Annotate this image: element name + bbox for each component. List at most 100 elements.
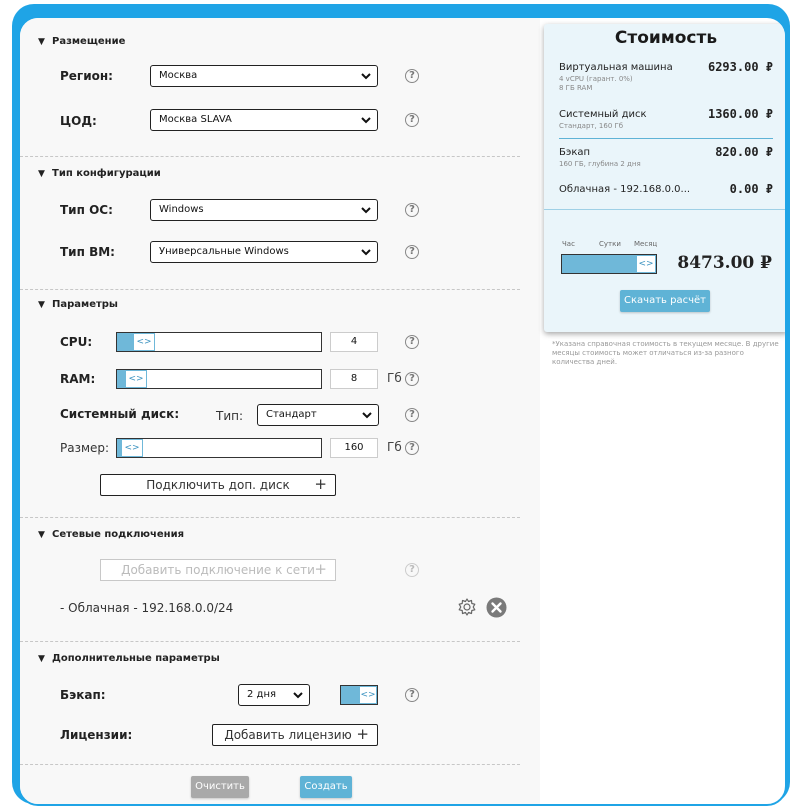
cpu-label: CPU:: [60, 335, 93, 349]
disk-type-select[interactable]: Стандарт: [257, 404, 379, 426]
backup-select[interactable]: 2 дня: [238, 684, 310, 706]
chevron-down-icon: [362, 412, 372, 419]
chevron-down-icon: [361, 207, 371, 214]
clear-button[interactable]: Очистить: [191, 776, 249, 798]
help-icon[interactable]: ?: [405, 335, 419, 349]
dc-value: Москва SLAVA: [159, 114, 232, 125]
slider-handle[interactable]: <>: [636, 255, 656, 273]
cost-row-sub: 160 ГБ, глубина 2 дня: [559, 160, 641, 168]
region-select[interactable]: Москва: [150, 65, 378, 87]
size-slider[interactable]: <>: [116, 438, 322, 458]
section-extra: ▼ Дополнительные параметры Бэкап: 2 дня <…: [20, 641, 520, 765]
cost-row-sub: 8 ГБ RAM: [559, 84, 593, 92]
download-estimate-button[interactable]: Скачать расчёт: [620, 290, 710, 312]
ram-value-field[interactable]: 8: [330, 369, 378, 389]
region-value: Москва: [159, 70, 198, 81]
toggle-handle[interactable]: <>: [359, 686, 377, 704]
cost-note: *Указана справочная стоимость в текущем …: [552, 340, 779, 366]
cost-panel: Стоимость Виртуальная машина 4 vCPU (гар…: [544, 24, 785, 332]
collapse-triangle-icon: ▼: [38, 654, 45, 664]
help-icon[interactable]: ?: [405, 245, 419, 259]
help-icon[interactable]: ?: [405, 203, 419, 217]
section-title[interactable]: ▼ Параметры: [38, 299, 118, 310]
section-title-text: Тип конфигурации: [52, 168, 161, 179]
size-label: Размер:: [60, 441, 110, 455]
section-title-text: Размещение: [52, 36, 126, 47]
section-placement: ▼ Размещение Регион: Москва ? ЦОД: Москва…: [20, 18, 520, 157]
add-network-label: Добавить подключение к сети: [121, 563, 315, 577]
period-day-label[interactable]: Сутки: [599, 240, 621, 248]
cost-row-price: 6293.00 ₽: [707, 60, 773, 74]
cost-row-sub: 4 vCPU (гарант. 0%): [559, 75, 633, 83]
remove-icon[interactable]: [486, 597, 507, 618]
collapse-triangle-icon: ▼: [38, 300, 45, 310]
network-item: - Облачная - 192.168.0.0/24: [60, 601, 234, 615]
add-network-button[interactable]: Добавить подключение к сети +: [100, 559, 336, 581]
cost-row-network: Облачная - 192.168.0.0... 0.00 ₽: [559, 182, 773, 200]
chevron-down-icon: [361, 73, 371, 80]
section-title[interactable]: ▼ Размещение: [38, 36, 125, 47]
license-label: Лицензии:: [60, 728, 133, 742]
help-icon[interactable]: ?: [405, 688, 419, 702]
section-title[interactable]: ▼ Сетевые подключения: [38, 529, 184, 540]
cost-title: Стоимость: [614, 28, 718, 48]
ram-unit: Гб: [387, 371, 402, 385]
dc-label: ЦОД:: [60, 114, 97, 128]
vm-label: Тип ВМ:: [60, 245, 115, 259]
add-license-button[interactable]: Добавить лицензию +: [212, 724, 378, 746]
cost-row-price: 0.00 ₽: [729, 182, 773, 196]
cpu-slider[interactable]: <>: [116, 332, 322, 352]
period-month-label[interactable]: Месяц: [634, 240, 657, 248]
slider-fill: [562, 255, 640, 273]
dc-select[interactable]: Москва SLAVA: [150, 109, 378, 131]
section-config: ▼ Тип конфигурации Тип ОС: Windows ? Тип …: [20, 156, 520, 290]
os-value: Windows: [159, 204, 204, 215]
cost-row-name: Виртуальная машина: [559, 62, 673, 73]
cost-row-sub: Стандарт, 160 Гб: [559, 122, 624, 130]
help-icon[interactable]: ?: [405, 69, 419, 83]
backup-toggle[interactable]: <>: [340, 685, 378, 705]
cpu-value-field[interactable]: 4: [330, 332, 378, 352]
config-form: ▼ Размещение Регион: Москва ? ЦОД: Москва…: [20, 18, 540, 804]
cost-row-name: Облачная - 192.168.0.0...: [559, 184, 691, 195]
section-title-text: Параметры: [52, 299, 118, 310]
disk-label: Системный диск:: [60, 407, 180, 421]
cost-row-backup: Бэкап 160 ГБ, глубина 2 дня 820.00 ₽: [559, 145, 773, 173]
ram-slider[interactable]: <>: [116, 369, 322, 389]
collapse-triangle-icon: ▼: [38, 37, 45, 47]
slider-handle[interactable]: <>: [121, 439, 143, 457]
add-disk-button[interactable]: Подключить доп. диск +: [100, 474, 336, 496]
help-icon[interactable]: ?: [405, 441, 419, 455]
section-network: ▼ Сетевые подключения Добавить подключени…: [20, 517, 520, 642]
size-value-field[interactable]: 160: [330, 438, 378, 458]
section-title-text: Дополнительные параметры: [52, 653, 220, 664]
region-label: Регион:: [60, 69, 113, 83]
slider-handle[interactable]: <>: [133, 333, 155, 351]
disk-type-label: Тип:: [216, 409, 244, 423]
gear-icon[interactable]: [457, 597, 477, 617]
help-icon[interactable]: ?: [405, 563, 419, 577]
cost-row-vm: Виртуальная машина 4 vCPU (гарант. 0%) 8…: [559, 60, 773, 98]
create-button[interactable]: Создать: [300, 776, 352, 798]
os-label: Тип ОС:: [60, 203, 113, 217]
add-disk-label: Подключить доп. диск: [146, 478, 290, 492]
collapse-triangle-icon: ▼: [38, 169, 45, 179]
vm-select[interactable]: Универсальные Windows: [150, 241, 378, 263]
ram-label: RAM:: [60, 372, 96, 386]
slider-handle[interactable]: <>: [125, 370, 147, 388]
chevron-down-icon: [361, 117, 371, 124]
section-title[interactable]: ▼ Дополнительные параметры: [38, 653, 220, 664]
os-select[interactable]: Windows: [150, 199, 378, 221]
help-icon[interactable]: ?: [405, 113, 419, 127]
period-slider[interactable]: <>: [561, 254, 657, 274]
cost-row-disk: Системный диск Стандарт, 160 Гб 1360.00 …: [559, 107, 773, 135]
period-hour-label[interactable]: Час: [562, 240, 575, 248]
help-icon[interactable]: ?: [405, 408, 419, 422]
cost-row-name: Системный диск: [559, 109, 647, 120]
section-title[interactable]: ▼ Тип конфигурации: [38, 168, 161, 179]
help-icon[interactable]: ?: [405, 372, 419, 386]
plus-icon: +: [356, 725, 369, 743]
chevron-down-icon: [293, 692, 303, 699]
disk-type-value: Стандарт: [266, 409, 317, 420]
cost-row-price: 820.00 ₽: [715, 145, 773, 159]
